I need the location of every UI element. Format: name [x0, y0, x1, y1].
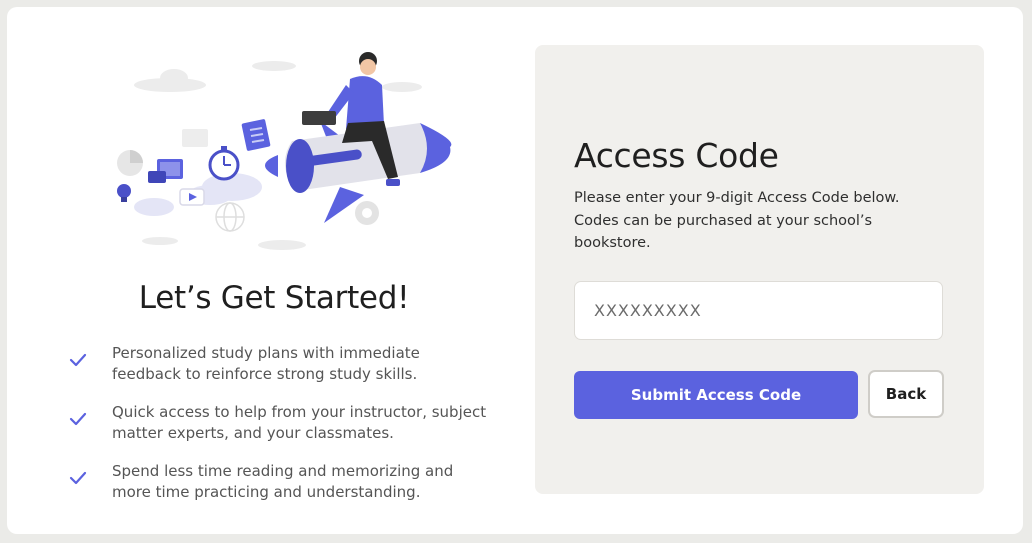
lightbulb-icon: [117, 184, 131, 202]
document-icon: [241, 119, 271, 151]
access-code-input[interactable]: [574, 281, 943, 340]
feature-item: Quick access to help from your instructo…: [69, 396, 499, 455]
check-icon: [69, 412, 87, 426]
check-icon: [69, 471, 87, 485]
feature-item: Spend less time reading and memorizing a…: [69, 455, 499, 514]
submit-access-code-button[interactable]: Submit Access Code: [574, 371, 858, 419]
feature-list: Personalized study plans with immediate …: [69, 337, 499, 514]
feature-text: Spend less time reading and memorizing a…: [112, 462, 454, 501]
feature-text: Quick access to help from your instructo…: [112, 403, 487, 442]
access-code-description: Please enter your 9-digit Access Code be…: [574, 190, 900, 251]
page-heading: Let’s Get Started!: [138, 280, 410, 316]
main-card: Let’s Get Started! Personalized study pl…: [7, 7, 1023, 534]
feature-item: Personalized study plans with immediate …: [69, 337, 499, 396]
globe-icon: [215, 202, 245, 232]
check-icon: [69, 353, 87, 367]
access-code-panel: Access Code Please enter your 9-digit Ac…: [535, 45, 984, 494]
access-code-title: Access Code: [574, 136, 779, 175]
play-icon: [179, 188, 205, 206]
feature-text: Personalized study plans with immediate …: [112, 344, 420, 383]
pie-chart-icon: [117, 150, 143, 176]
image-icon: [148, 159, 183, 183]
stopwatch-icon: [208, 146, 240, 181]
rocket-illustration: [117, 52, 452, 250]
gear-icon: [355, 201, 379, 225]
back-button[interactable]: Back: [868, 370, 944, 418]
